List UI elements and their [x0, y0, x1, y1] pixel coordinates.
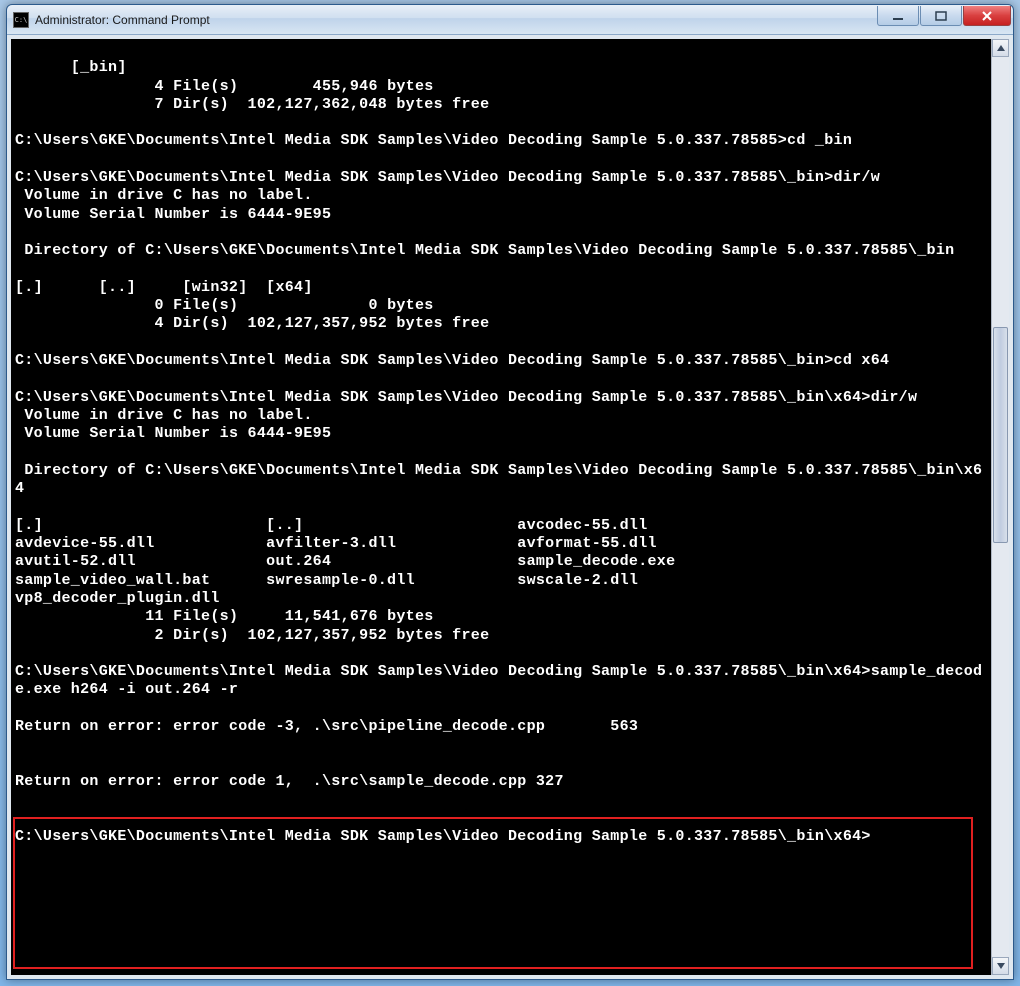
close-icon [980, 11, 994, 21]
close-button[interactable] [963, 6, 1011, 26]
maximize-button[interactable] [920, 6, 962, 26]
console-output[interactable]: [_bin] 4 File(s) 455,946 bytes 7 Dir(s) … [11, 39, 991, 975]
window-controls [876, 5, 1013, 34]
maximize-icon [934, 11, 948, 21]
minimize-icon [891, 11, 905, 21]
content-area: [_bin] 4 File(s) 455,946 bytes 7 Dir(s) … [7, 35, 1013, 979]
error-highlight-box [13, 817, 973, 969]
minimize-button[interactable] [877, 6, 919, 26]
app-icon: C:\ [13, 12, 29, 28]
window-title: Administrator: Command Prompt [35, 13, 876, 27]
scrollbar-thumb[interactable] [993, 327, 1008, 543]
scroll-down-button[interactable] [992, 957, 1009, 975]
chevron-up-icon [997, 45, 1005, 51]
scrollbar-track[interactable] [992, 57, 1009, 957]
vertical-scrollbar[interactable] [991, 39, 1009, 975]
chevron-down-icon [997, 963, 1005, 969]
command-prompt-window: C:\ Administrator: Command Prompt [_bin]… [6, 4, 1014, 980]
titlebar[interactable]: C:\ Administrator: Command Prompt [7, 5, 1013, 35]
scroll-up-button[interactable] [992, 39, 1009, 57]
